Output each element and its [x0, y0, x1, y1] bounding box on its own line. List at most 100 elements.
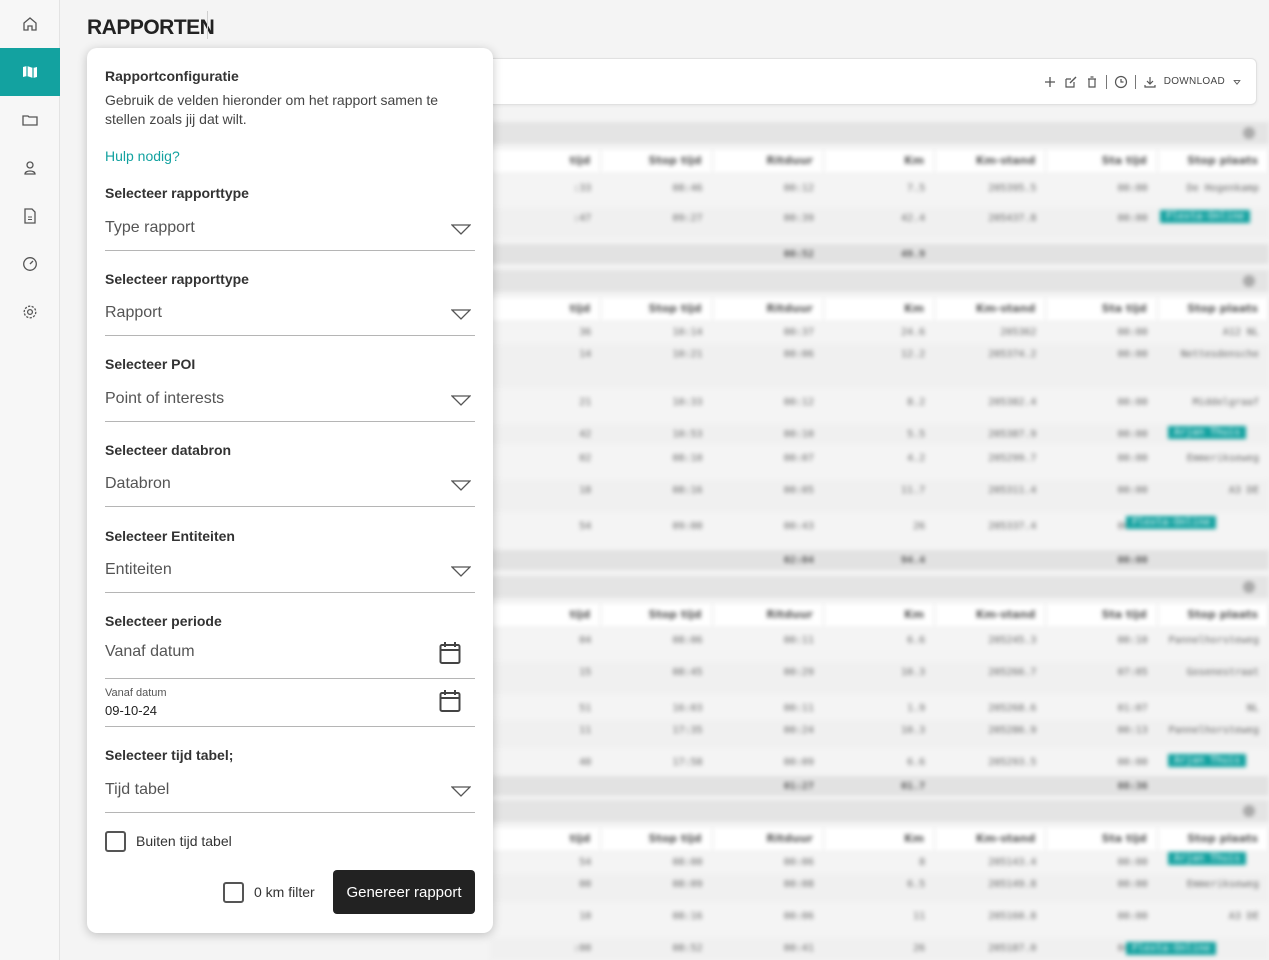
panel-title: Rapportconfiguratie: [105, 68, 239, 84]
chevron-down-icon: [451, 309, 471, 320]
nav-user[interactable]: [0, 144, 60, 192]
table-row: :47 09:27 00:39 42.4 205437.8 00:00: [490, 208, 1269, 238]
status-badge: Arjan Thuis: [1168, 852, 1247, 865]
table-header: tijd Stop tijd Ritduur Km Km-stand Sta tijd St…: [490, 828, 1269, 850]
datasource-select[interactable]: Databron: [105, 467, 475, 507]
table-total-row: 01:27 01.7 08:36: [490, 776, 1269, 796]
nav-home[interactable]: [0, 0, 60, 48]
zero-km-filter-checkbox[interactable]: [223, 882, 244, 903]
table-header: tijd Stop tijd Ritduur Km Km-stand Sta tijd St…: [490, 150, 1269, 172]
toolbar-separator: [1134, 74, 1136, 89]
report-placeholder: Rapport: [105, 304, 162, 321]
table-row: 40 17:58 00:09 6.6 205293.5 00:00: [579, 757, 1148, 768]
datasource-label: Selecteer databron: [105, 442, 232, 458]
folder-icon: [22, 115, 38, 126]
chevron-down-icon[interactable]: [1232, 77, 1242, 87]
table-row: 11 17:35 00:24 10.3 205286.9 00:13 Pannelhorst…: [490, 720, 1269, 748]
poi-select[interactable]: Point of interests: [105, 382, 475, 422]
settings-icon: [1243, 275, 1255, 287]
table-row: 04 08:06 00:11 6.6 205245.3 00:10 Pannelhorste…: [579, 635, 1259, 646]
document-icon: [24, 208, 36, 224]
datasource-placeholder: Databron: [105, 475, 171, 492]
table-total-row: 02:04 94.4 00:00: [490, 550, 1269, 570]
table-row: :33 08:46 00:12 7.5 205395.5 00:00 De Hogenkam…: [573, 183, 1259, 194]
report-type-placeholder: Type rapport: [105, 219, 195, 236]
toolbar-separator: [1105, 74, 1107, 89]
add-icon[interactable]: [1043, 75, 1057, 89]
filter-icon: [1243, 127, 1255, 139]
history-icon[interactable]: [1114, 75, 1128, 89]
download-icon[interactable]: [1143, 75, 1157, 89]
outside-time-table-checkbox[interactable]: [105, 831, 126, 852]
group-header: [490, 576, 1269, 598]
report-toolbar: DOWNLOAD: [460, 58, 1257, 105]
table-row: 54 08:00 00:06 8 205143.4 00:00: [579, 857, 1148, 868]
time-table-placeholder: Tijd tabel: [105, 781, 170, 798]
nav-dashboard[interactable]: [0, 240, 60, 288]
panel-description: Gebruik de velden hieronder om het rappo…: [105, 92, 439, 127]
nav-folder[interactable]: [0, 96, 60, 144]
status-badge: Arjan Thuis: [1168, 754, 1247, 767]
table-row: 00 08:09 00:08 6.5 205149.8 00:00 Emmerikseweg: [490, 874, 1269, 902]
calendar-icon[interactable]: [439, 689, 461, 713]
time-table-select[interactable]: Tijd tabel: [105, 773, 475, 813]
report-select[interactable]: Rapport: [105, 296, 475, 336]
group-header: [490, 270, 1269, 292]
table-row: 51 16:03 00:11 1.9 205268.6 01:07 NL: [579, 703, 1259, 714]
table-row: 14 10:21 00:06 12.2 205374.2 00:00 Nettesdensc…: [490, 344, 1269, 388]
dashboard-icon: [23, 257, 37, 271]
second-date-label: Vanaf datum: [105, 687, 167, 699]
home-icon: [23, 17, 37, 31]
nav-document[interactable]: [0, 192, 60, 240]
download-button[interactable]: DOWNLOAD: [1164, 76, 1225, 87]
entities-label: Selecteer Entiteiten: [105, 528, 235, 544]
sidebar: [0, 0, 60, 960]
delete-icon[interactable]: [1085, 75, 1099, 89]
table-header: tijd Stop tijd Ritduur Km Km-stand Sta tijd St…: [490, 298, 1269, 320]
chevron-down-icon: [451, 395, 471, 406]
map-icon: [23, 66, 37, 78]
chevron-down-icon: [451, 786, 471, 797]
group-header: [490, 800, 1269, 822]
poi-label: Selecteer POI: [105, 356, 196, 372]
generate-report-button[interactable]: Genereer rapport: [333, 870, 475, 914]
calendar-icon[interactable]: [439, 641, 461, 665]
group-header: [490, 122, 1269, 144]
status-badge: Flexta-Online: [1160, 210, 1251, 223]
table-row: 18 08:16 00:05 11.7 205311.4 00:00 A3 DE: [490, 480, 1269, 512]
table-row: 42 10:53 00:10 5.5 205387.9 00:00: [490, 424, 1269, 444]
help-link[interactable]: Hulp nodig?: [105, 148, 180, 164]
user-icon: [24, 161, 36, 175]
report-type-label: Selecteer rapporttype: [105, 185, 249, 201]
period-label: Selecteer periode: [105, 613, 222, 629]
toolbar-actions: DOWNLOAD: [1043, 59, 1242, 104]
table-row: 10 08:16 00:06 11 205160.8 00:00 A3 DE: [579, 911, 1259, 922]
table-row: 02 08:10 00:07 4.2 205299.7 00:00 Emmerikseweg: [579, 453, 1259, 464]
report-type-select[interactable]: Type rapport: [105, 211, 475, 251]
edit-icon[interactable]: [1064, 75, 1078, 89]
settings-icon: [23, 305, 37, 319]
nav-settings[interactable]: [0, 288, 60, 336]
time-table-label: Selecteer tijd tabel;: [105, 747, 234, 763]
chevron-down-icon: [451, 566, 471, 577]
table-total-row: 00:52 49.9: [490, 244, 1269, 264]
table-header: tijd Stop tijd Ritduur Km Km-stand Sta tijd St…: [490, 604, 1269, 626]
entities-placeholder: Entiteiten: [105, 561, 172, 578]
report-label: Selecteer rapporttype: [105, 271, 249, 287]
second-date-field[interactable]: Vanaf datum 09-10-24: [105, 679, 475, 727]
poi-placeholder: Point of interests: [105, 390, 225, 407]
zero-km-filter-label: 0 km filter: [254, 884, 315, 900]
table-row: 21 10:33 00:12 8.2 205382.4 00:00 Middelgraaf: [579, 397, 1259, 408]
outside-time-table-label: Buiten tijd tabel: [136, 833, 232, 849]
entities-select[interactable]: Entiteiten: [105, 553, 475, 593]
status-badge: Flexta-Online: [1126, 516, 1217, 529]
report-config-panel: Rapportconfiguratie Gebruik de velden hi…: [87, 48, 493, 933]
table-row: 15 08:45 00:29 10.3 205266.7 07:05 Gosenestraa…: [490, 662, 1269, 694]
second-date-value: 09-10-24: [105, 703, 158, 718]
nav-map[interactable]: [0, 48, 60, 96]
table-row: 36 10:14 00:37 24.6 205362 00:00 A12 NL: [579, 327, 1259, 338]
status-badge: Flexta-Online: [1126, 942, 1217, 955]
settings-icon: [1243, 805, 1255, 817]
from-date-field[interactable]: Vanaf datum: [105, 631, 475, 679]
chevron-down-icon: [451, 480, 471, 491]
